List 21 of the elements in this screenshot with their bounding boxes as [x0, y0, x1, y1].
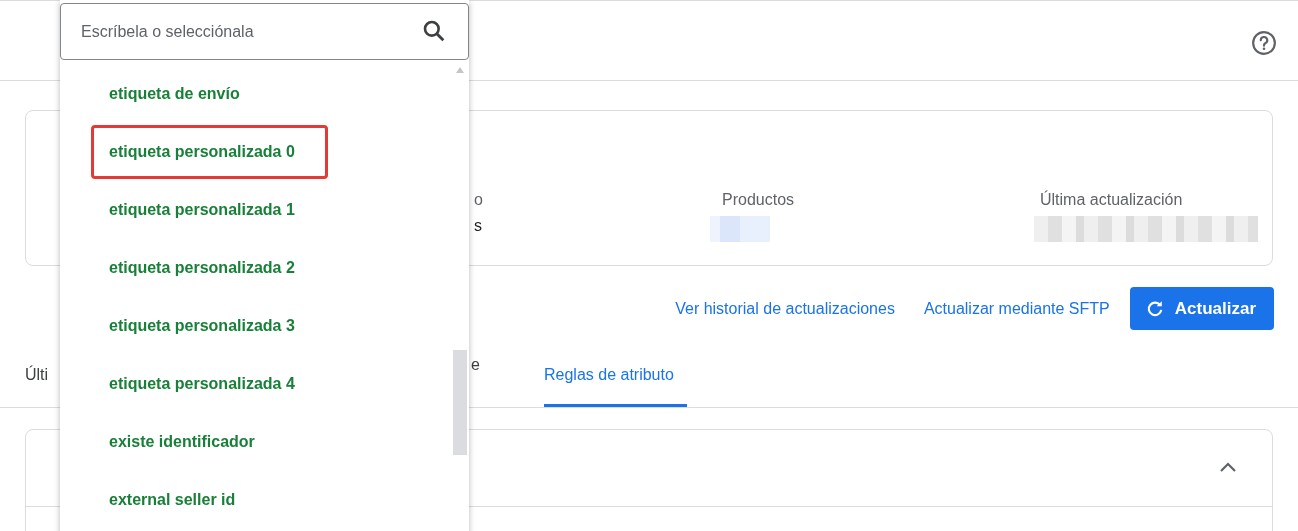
scrollbar-thumb[interactable]: [453, 350, 467, 455]
field-label: Última actualización: [1040, 190, 1183, 210]
field-label: o: [474, 190, 483, 210]
action-link[interactable]: Actualizar mediante SFTP: [923, 299, 1110, 318]
field-label: Productos: [722, 190, 795, 210]
search-icon: [421, 18, 447, 44]
dropdown-option[interactable]: external seller id: [91, 473, 269, 527]
action-link[interactable]: Ver historial de actualizaciones: [675, 299, 895, 318]
help-icon[interactable]: [1251, 29, 1277, 56]
dropdown-option[interactable]: etiqueta personalizada 4: [91, 357, 328, 411]
refresh-button[interactable]: Actualizar: [1129, 287, 1274, 330]
tab[interactable]: Reglas de atributo: [544, 365, 687, 407]
search-field[interactable]: Escríbela o selecciónala: [60, 3, 469, 60]
field-value: s: [474, 216, 482, 236]
tab[interactable]: e: [471, 355, 544, 407]
dropdown-option[interactable]: etiqueta personalizada 2: [91, 241, 328, 295]
dropdown-option[interactable]: etiqueta personalizada 0: [91, 125, 328, 179]
dropdown-option[interactable]: existe identificador: [91, 415, 288, 469]
dropdown-option[interactable]: etiqueta de envío: [91, 67, 273, 121]
dropdown-option[interactable]: etiqueta personalizada 1: [91, 183, 328, 237]
dropdown-option[interactable]: etiqueta personalizada 3: [91, 299, 328, 353]
